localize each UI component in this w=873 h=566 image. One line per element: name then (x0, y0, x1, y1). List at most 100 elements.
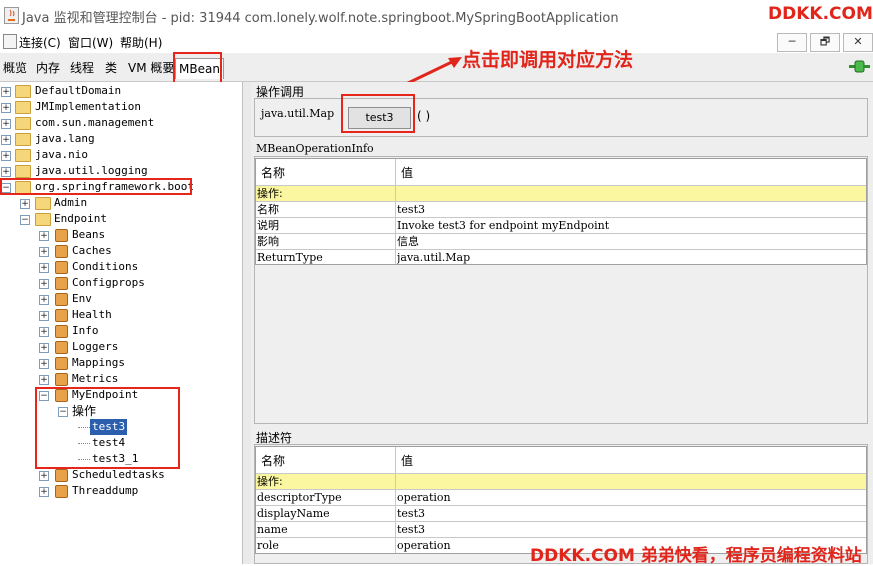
opinfo-table: 名称 值 操作: 名称 test3 说明 Invoke test3 for en… (255, 158, 867, 265)
footer-watermark: DDKK.COM 弟弟快看，程序员编程资料站 (530, 546, 862, 566)
descriptor-row-value[interactable]: test3 (397, 522, 425, 537)
expand-icon[interactable]: + (39, 327, 49, 337)
tree-node-scheduledtasks[interactable]: Scheduledtasks (72, 467, 165, 483)
annotation-text: 点击即调用对应方法 (462, 49, 634, 71)
opinfo-row-name: 名称 (257, 203, 279, 216)
close-button[interactable]: ✕ (843, 33, 873, 52)
descriptor-table: 名称 值 操作: descriptorType operation displa… (255, 446, 867, 554)
row-divider (256, 201, 866, 202)
connection-status-icon (849, 60, 870, 73)
highlight-mbean-tab (173, 52, 222, 84)
tab-vm-summary[interactable]: VM 概要 (125, 58, 177, 78)
menu-window[interactable]: 窗口(W) (68, 34, 113, 51)
mbean-icon (55, 325, 68, 338)
expand-icon[interactable]: + (1, 167, 11, 177)
col-header-name: 名称 (261, 454, 286, 468)
folder-open-icon (35, 213, 51, 226)
expand-icon[interactable]: + (1, 151, 11, 161)
expand-icon[interactable]: + (39, 263, 49, 273)
row-divider (256, 505, 866, 506)
tree-node-defaultdomain[interactable]: DefaultDomain (35, 83, 121, 99)
group-row-highlight (256, 185, 866, 201)
opinfo-row-value[interactable]: test3 (397, 202, 425, 217)
tree-node-metrics[interactable]: Metrics (72, 371, 118, 387)
tree-node-admin[interactable]: Admin (54, 195, 87, 211)
expand-icon[interactable]: + (1, 119, 11, 129)
pane-splitter[interactable] (242, 82, 251, 564)
tab-memory[interactable]: 内存 (33, 58, 63, 78)
opinfo-row-value[interactable]: Invoke test3 for endpoint myEndpoint (397, 218, 609, 233)
title-bar: Java 监视和管理控制台 - pid: 31944 com.lonely.wo… (0, 0, 873, 31)
expand-icon[interactable]: + (20, 199, 30, 209)
descriptor-row-value[interactable]: operation (397, 538, 451, 553)
folder-icon (15, 165, 31, 178)
row-divider (256, 185, 866, 186)
expand-icon[interactable]: + (1, 135, 11, 145)
highlight-invoke-button (341, 94, 415, 133)
folder-icon (15, 101, 31, 114)
tree-node-env[interactable]: Env (72, 291, 92, 307)
expand-icon[interactable]: + (39, 231, 49, 241)
minimize-button[interactable]: ─ (777, 33, 807, 52)
tree-node-com-sun-management[interactable]: com.sun.management (35, 115, 154, 131)
opinfo-row-name: 说明 (257, 219, 279, 232)
tree-node-java-lang[interactable]: java.lang (35, 131, 95, 147)
expand-icon[interactable]: + (39, 375, 49, 385)
tree-node-conditions[interactable]: Conditions (72, 259, 138, 275)
highlight-spring-boot-node (0, 178, 192, 195)
opinfo-row-value[interactable]: 信息 (397, 234, 419, 249)
expand-icon[interactable]: + (39, 295, 49, 305)
folder-icon (15, 117, 31, 130)
tree-node-endpoint[interactable]: Endpoint (54, 211, 107, 227)
mbean-icon (55, 277, 68, 290)
tree-node-mappings[interactable]: Mappings (72, 355, 125, 371)
descriptor-row-value[interactable]: test3 (397, 506, 425, 521)
col-header-value: 值 (401, 166, 414, 180)
expand-icon[interactable]: + (1, 103, 11, 113)
app-menu-icon[interactable] (3, 34, 17, 49)
expand-icon[interactable]: + (39, 471, 49, 481)
col-header-name: 名称 (261, 166, 286, 180)
tree-node-health[interactable]: Health (72, 307, 112, 323)
descriptor-row-value[interactable]: operation (397, 490, 451, 505)
opinfo-section-title: MBeanOperationInfo (256, 142, 374, 155)
expand-icon[interactable]: + (39, 247, 49, 257)
mbean-icon (55, 373, 68, 386)
menu-connection[interactable]: 连接(C) (19, 34, 61, 51)
restore-button[interactable]: 🗗 (810, 33, 840, 52)
expand-icon[interactable]: + (39, 487, 49, 497)
opinfo-row-value[interactable]: java.util.Map (397, 250, 470, 265)
menu-help[interactable]: 帮助(H) (120, 34, 162, 51)
row-divider (256, 249, 866, 250)
expand-icon[interactable]: + (39, 359, 49, 369)
tree-node-configprops[interactable]: Configprops (72, 275, 145, 291)
mbean-icon (55, 293, 68, 306)
tree-node-info[interactable]: Info (72, 323, 99, 339)
tab-threads[interactable]: 线程 (67, 58, 97, 78)
tree-node-caches[interactable]: Caches (72, 243, 112, 259)
expand-icon[interactable]: + (39, 311, 49, 321)
opinfo-row-name: ReturnType (257, 251, 323, 264)
expand-icon[interactable]: + (1, 87, 11, 97)
expand-icon[interactable]: + (39, 279, 49, 289)
folder-icon (35, 197, 51, 210)
descriptor-row-name: displayName (257, 507, 330, 520)
mbean-icon (55, 229, 68, 242)
collapse-icon[interactable]: − (20, 215, 30, 225)
group-row-label: 操作: (257, 475, 283, 488)
tree-node-threaddump[interactable]: Threaddump (72, 483, 138, 499)
mbean-icon (55, 341, 68, 354)
row-divider (256, 537, 866, 538)
tab-classes[interactable]: 类 (102, 58, 120, 78)
tree-node-jmimplementation[interactable]: JMImplementation (35, 99, 141, 115)
descriptor-row-name: descriptorType (257, 491, 342, 504)
tab-overview[interactable]: 概览 (0, 58, 30, 78)
expand-icon[interactable]: + (39, 343, 49, 353)
tree-node-java-util-logging[interactable]: java.util.logging (35, 163, 148, 179)
java-cup-icon (8, 9, 15, 21)
tree-node-loggers[interactable]: Loggers (72, 339, 118, 355)
tree-node-java-nio[interactable]: java.nio (35, 147, 88, 163)
highlight-myendpoint (35, 387, 180, 469)
row-divider (256, 489, 866, 490)
tree-node-beans[interactable]: Beans (72, 227, 105, 243)
